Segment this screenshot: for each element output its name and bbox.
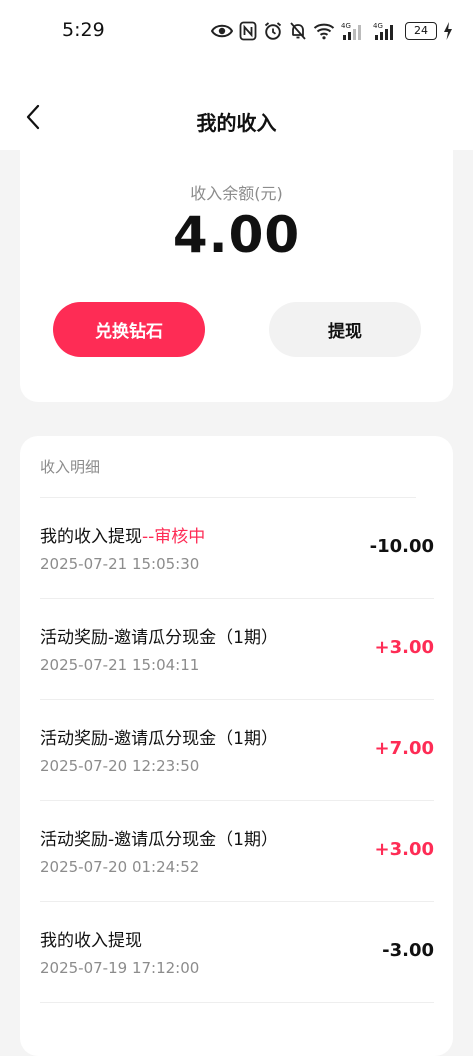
nav-bar: 我的收入 bbox=[0, 90, 473, 150]
details-header: 收入明细 bbox=[40, 458, 101, 476]
list-item-time: 2025-07-21 15:04:11 bbox=[40, 656, 200, 674]
balance-label: 收入余额(元) bbox=[190, 184, 283, 203]
status-icons: 4G 4G 24 bbox=[211, 20, 453, 42]
list-item-amount: -3.00 bbox=[382, 940, 434, 961]
list-item-time: 2025-07-20 01:24:52 bbox=[40, 858, 200, 876]
list-item-amount: -10.00 bbox=[369, 536, 434, 557]
review-status: --审核中 bbox=[142, 527, 206, 547]
list-item-title-wrap: 我的收入提现--审核中 bbox=[40, 522, 205, 547]
list-item[interactable]: 我的收入提现 2025-07-19 17:12:00 -3.00 bbox=[40, 902, 434, 1003]
divider bbox=[40, 1002, 434, 1003]
alarm-icon bbox=[263, 21, 283, 41]
list-item[interactable]: 活动奖励-邀请瓜分现金（1期） 2025-07-21 15:04:11 +3.0… bbox=[40, 599, 434, 700]
network-type-2: 4G bbox=[373, 22, 383, 30]
bell-off-icon bbox=[289, 21, 307, 41]
lightning-icon bbox=[443, 22, 453, 40]
list-item-title: 我的收入提现 bbox=[40, 931, 142, 951]
signal-icon: 4G bbox=[341, 21, 367, 41]
wifi-icon bbox=[313, 22, 335, 40]
battery-indicator: 24 bbox=[405, 22, 437, 40]
balance-value: 4.00 bbox=[172, 206, 301, 264]
status-time: 5:29 bbox=[62, 19, 105, 41]
list-item-title: 活动奖励-邀请瓜分现金（1期） bbox=[40, 628, 278, 648]
income-details-card: 收入明细 我的收入提现--审核中 2025-07-21 15:05:30 -10… bbox=[20, 436, 453, 1056]
withdraw-button[interactable]: 提现 bbox=[269, 302, 421, 357]
network-type-1: 4G bbox=[341, 22, 351, 30]
exchange-diamonds-button[interactable]: 兑换钻石 bbox=[53, 302, 205, 357]
list-item-amount: +3.00 bbox=[374, 839, 435, 860]
list-item-amount: +3.00 bbox=[374, 637, 435, 658]
status-bar: 5:29 4G 4G 24 bbox=[0, 0, 473, 62]
nfc-icon bbox=[239, 21, 257, 41]
list-item-title: 活动奖励-邀请瓜分现金（1期） bbox=[40, 729, 278, 749]
eye-icon bbox=[211, 23, 233, 39]
list-item[interactable]: 活动奖励-邀请瓜分现金（1期） 2025-07-20 01:24:52 +3.0… bbox=[40, 801, 434, 902]
list-item-time: 2025-07-21 15:05:30 bbox=[40, 555, 200, 573]
list-item-title: 活动奖励-邀请瓜分现金（1期） bbox=[40, 830, 278, 850]
list-item-time: 2025-07-20 12:23:50 bbox=[40, 757, 200, 775]
list-item-title: 我的收入提现 bbox=[40, 527, 142, 547]
page-title: 我的收入 bbox=[196, 111, 277, 135]
list-item-time: 2025-07-19 17:12:00 bbox=[40, 959, 200, 977]
list-item[interactable]: 我的收入提现--审核中 2025-07-21 15:05:30 -10.00 bbox=[40, 498, 434, 599]
top-area: 5:29 4G 4G 24 我的收入 bbox=[0, 0, 473, 150]
list-item[interactable]: 活动奖励-邀请瓜分现金（1期） 2025-07-20 12:23:50 +7.0… bbox=[40, 700, 434, 801]
signal-icon: 4G bbox=[373, 21, 399, 41]
list-item-amount: +7.00 bbox=[374, 738, 435, 759]
balance-card: 收入余额(元) 4.00 兑换钻石 提现 bbox=[20, 150, 453, 402]
